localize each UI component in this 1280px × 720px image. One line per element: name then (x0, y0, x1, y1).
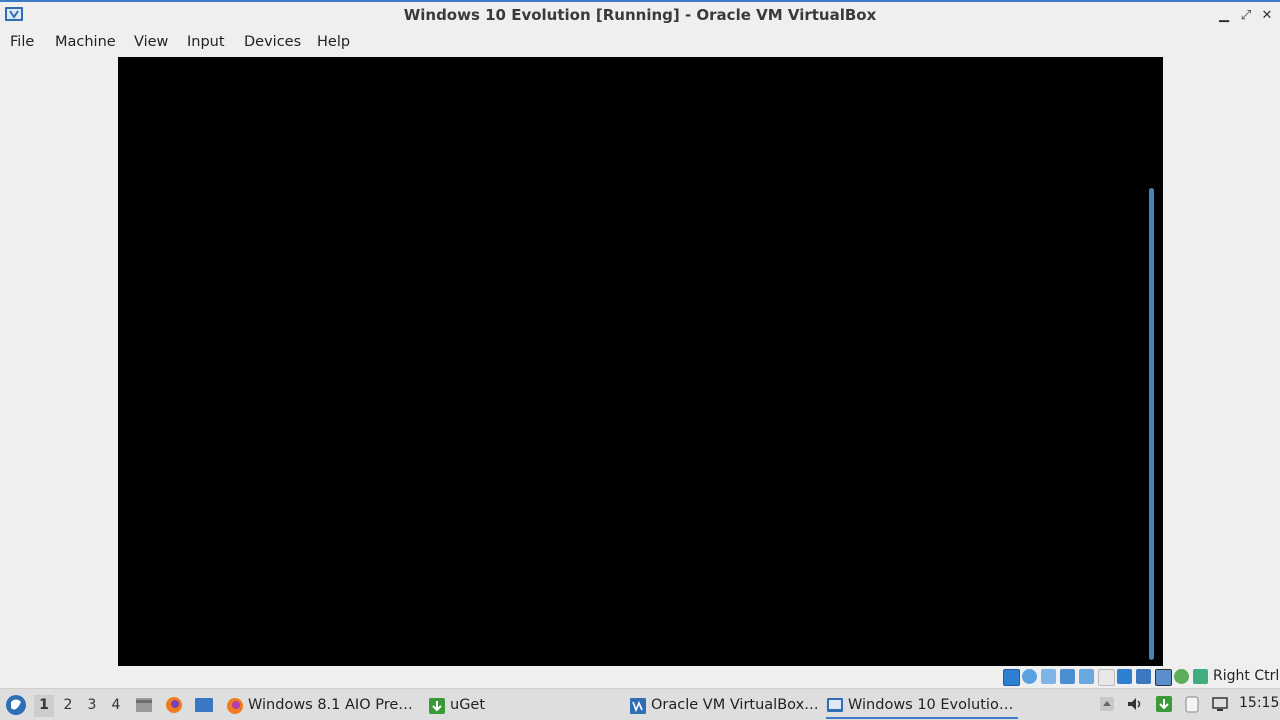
virtualbox-manager-icon (630, 698, 646, 714)
audio-icon[interactable] (1041, 669, 1056, 684)
desktop-icon[interactable] (194, 695, 214, 715)
vm-scrollbar[interactable] (1149, 188, 1154, 660)
task-label: uGet (450, 697, 486, 713)
clipboard-icon[interactable] (1183, 695, 1201, 713)
minimize-button[interactable]: ▁ (1215, 7, 1233, 25)
task-label: Windows 10 Evolutio… (848, 697, 1014, 713)
optical-drive-icon[interactable] (1022, 669, 1037, 684)
window-titlebar[interactable]: Windows 10 Evolution [Running] - Oracle … (0, 0, 1280, 29)
network-icon[interactable] (1060, 669, 1075, 684)
menu-file[interactable]: File (10, 34, 34, 50)
close-button[interactable]: ✕ (1258, 7, 1276, 25)
menu-view[interactable]: View (134, 34, 168, 50)
workspace-3[interactable]: 3 (82, 695, 102, 717)
network-tray-icon[interactable] (1211, 695, 1229, 713)
display-icon[interactable] (1117, 669, 1132, 684)
keyboard-icon[interactable] (1174, 669, 1189, 684)
workspace-2[interactable]: 2 (58, 695, 78, 717)
menu-machine[interactable]: Machine (55, 34, 116, 50)
task-uget[interactable]: uGet (428, 692, 618, 719)
maximize-button[interactable]: ⤢ (1237, 7, 1255, 25)
clock[interactable]: 15:15 (1239, 695, 1279, 711)
firefox-launcher-icon[interactable] (164, 695, 184, 715)
task-virtualbox-manager[interactable]: Oracle VM VirtualBox… (629, 692, 819, 719)
taskbar: 1 2 3 4 Windows 8.1 AIO Pre… uGet Oracle… (0, 688, 1280, 720)
start-menu-icon[interactable] (4, 693, 28, 717)
virtualbox-vm-icon (827, 698, 843, 712)
task-label: Windows 8.1 AIO Pre… (248, 697, 413, 713)
task-firefox[interactable]: Windows 8.1 AIO Pre… (226, 692, 416, 719)
host-key-label: Right Ctrl (1213, 668, 1280, 684)
firefox-icon (227, 698, 243, 714)
menu-bar: File Machine View Input Devices Help (0, 29, 1280, 57)
workspace-4[interactable]: 4 (106, 695, 126, 717)
tray-arrow-icon[interactable] (1098, 695, 1116, 713)
vm-status-bar: Right Ctrl (0, 666, 1280, 688)
window-title: Windows 10 Evolution [Running] - Oracle … (403, 6, 877, 24)
mouse-integration-icon[interactable] (1155, 669, 1172, 686)
menu-input[interactable]: Input (187, 34, 225, 50)
hard-disk-icon[interactable] (1003, 669, 1020, 686)
uget-icon (429, 698, 445, 714)
volume-icon[interactable] (1126, 695, 1144, 713)
task-label: Oracle VM VirtualBox… (651, 697, 819, 713)
menu-help[interactable]: Help (317, 34, 350, 50)
usb-icon[interactable] (1079, 669, 1094, 684)
shared-folders-icon[interactable] (1098, 669, 1115, 686)
task-windows10-vm[interactable]: Windows 10 Evolutio… (826, 692, 1018, 719)
uget-tray-icon[interactable] (1155, 695, 1173, 713)
file-manager-icon[interactable] (134, 695, 154, 715)
workspace-1[interactable]: 1 (34, 695, 54, 717)
vm-display[interactable] (118, 57, 1163, 666)
menu-devices[interactable]: Devices (244, 34, 301, 50)
capture-status-icon[interactable] (1193, 669, 1208, 684)
video-capture-icon[interactable] (1136, 669, 1151, 684)
